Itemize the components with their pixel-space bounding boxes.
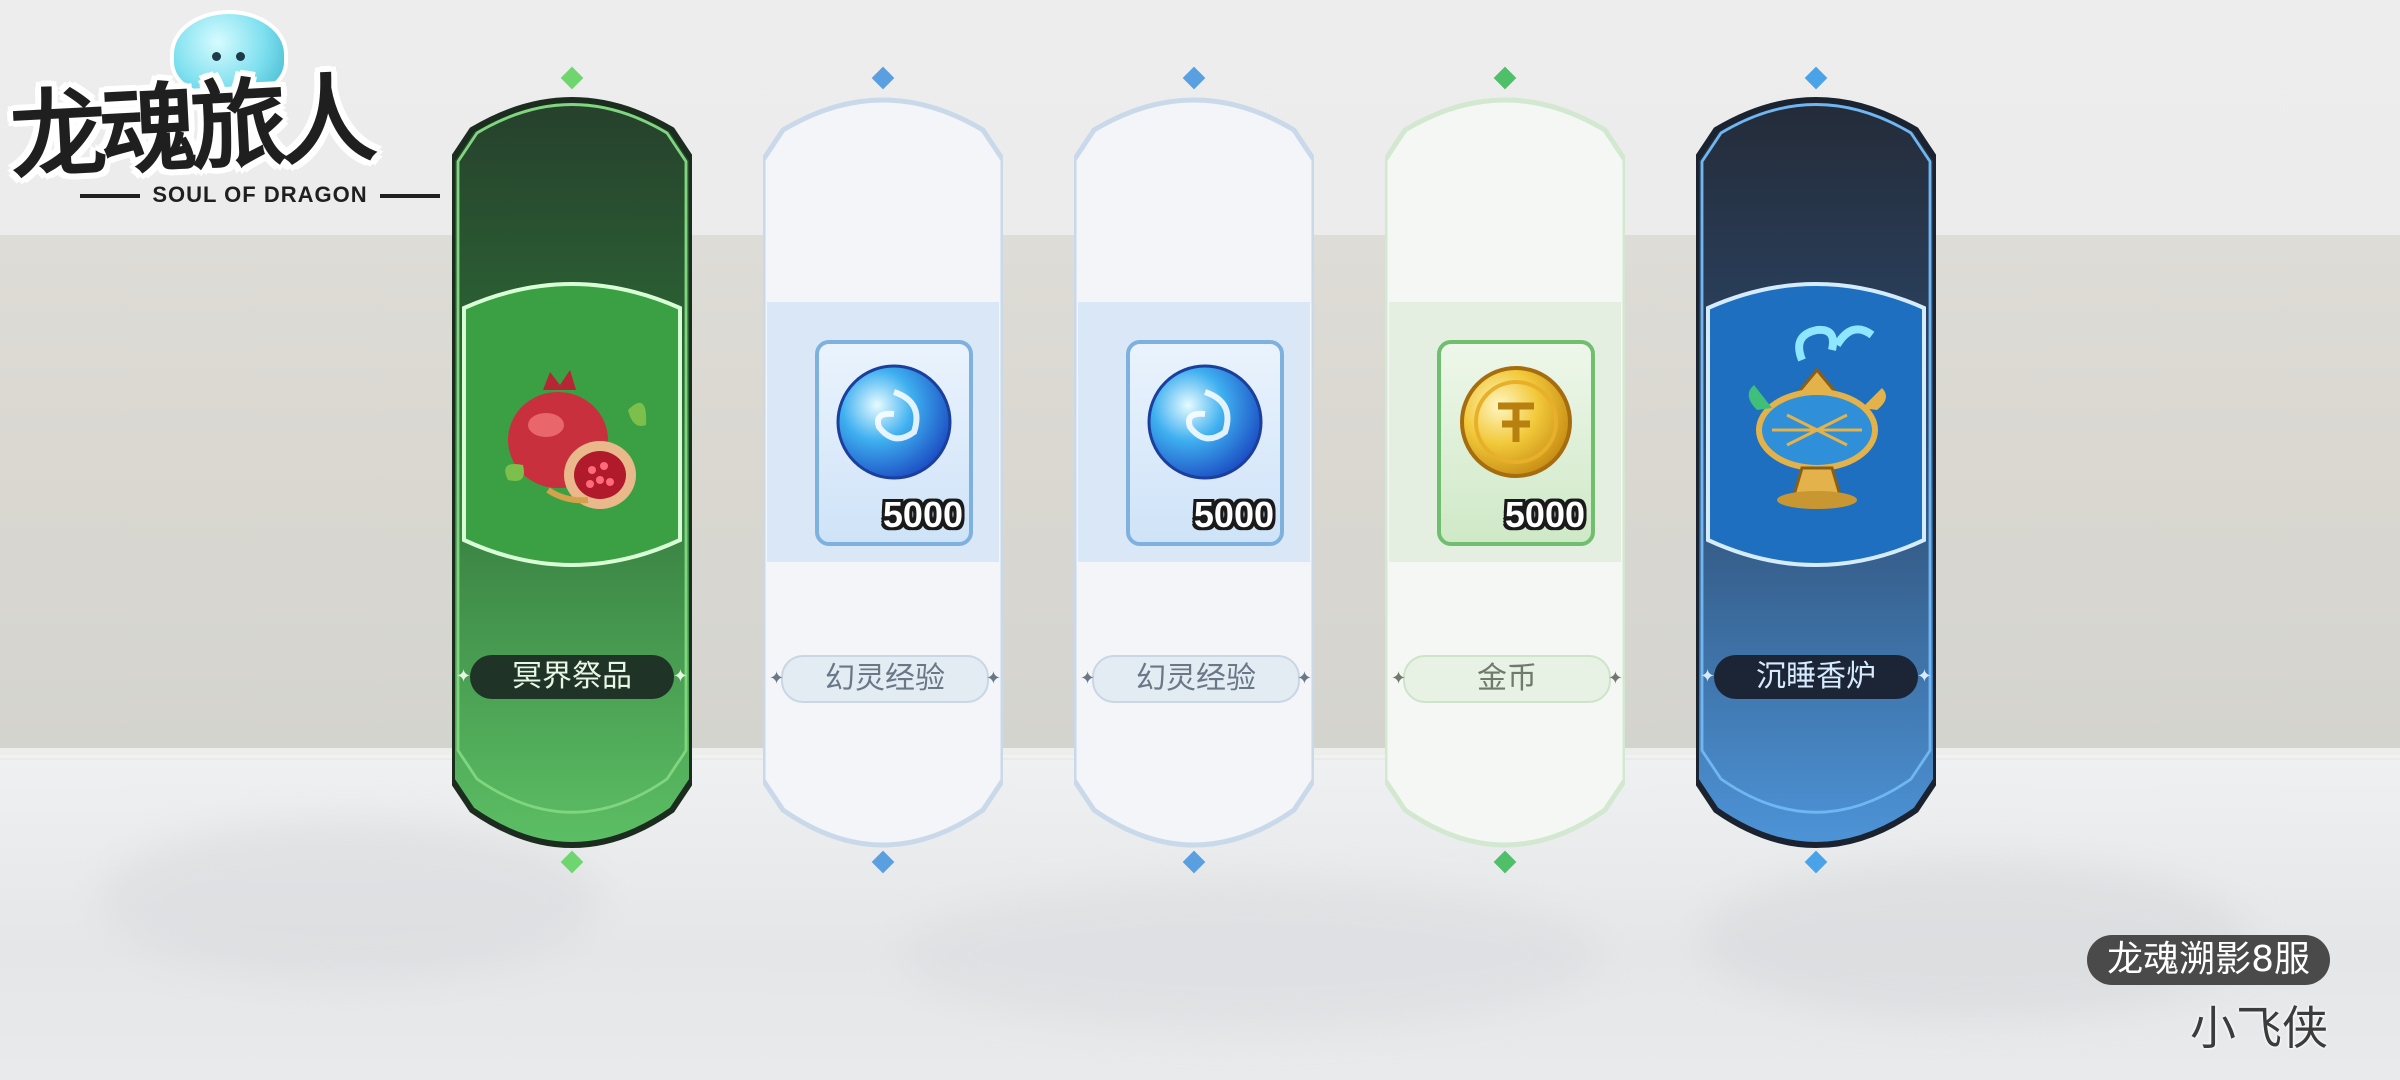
mist [900, 880, 1600, 1030]
blue-orb-icon [1130, 362, 1280, 509]
incense-burner-icon [1732, 290, 1902, 560]
server-name-badge: 龙魂溯影8服 [2087, 935, 2330, 985]
pomegranate-icon [488, 290, 658, 560]
item-name-label: 沉睡香炉 [1700, 655, 1932, 699]
game-logo: 龙魂旅人 SOUL OF DRAGON [7, 10, 500, 220]
item-name-label: 幻灵经验 [1080, 655, 1312, 703]
reward-card[interactable]: 5000 金币 [1385, 66, 1625, 874]
logo-subtitle: SOUL OF DRAGON [80, 182, 440, 208]
item-slot: 5000 [1126, 340, 1284, 546]
item-quantity: 5000 [882, 494, 963, 535]
item-quantity: 5000 [1504, 494, 1585, 535]
item-name-label: 冥界祭品 [456, 655, 688, 699]
item-name-label: 幻灵经验 [769, 655, 1001, 703]
gold-coin-icon [1441, 362, 1591, 509]
reward-card[interactable]: 沉睡香炉 [1696, 66, 1936, 874]
item-quantity: 5000 [1193, 494, 1274, 535]
reward-card[interactable]: 冥界祭品 [452, 66, 692, 874]
logo-title: 龙魂旅人 [7, 62, 374, 194]
player-name: 小飞侠 [2190, 1001, 2328, 1055]
reward-card[interactable]: 5000 幻灵经验 [1074, 66, 1314, 874]
blue-orb-icon [819, 362, 969, 509]
item-slot: 5000 [815, 340, 973, 546]
item-name-label: 金币 [1391, 655, 1623, 703]
item-slot: 5000 [1437, 340, 1595, 546]
reward-card[interactable]: 5000 幻灵经验 [763, 66, 1003, 874]
